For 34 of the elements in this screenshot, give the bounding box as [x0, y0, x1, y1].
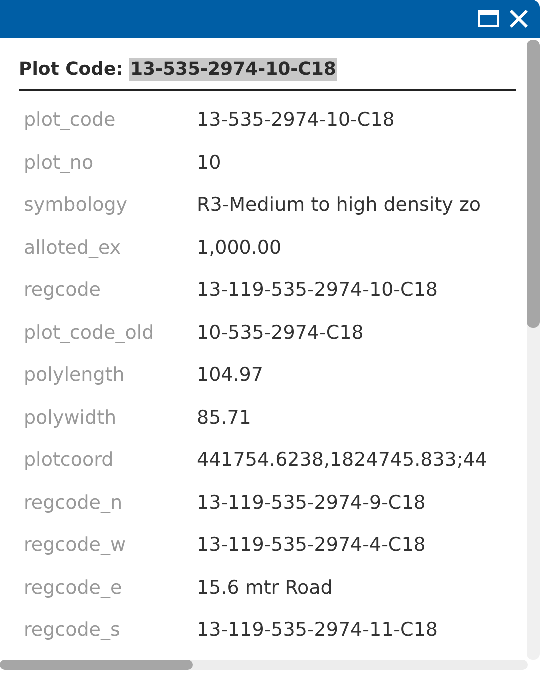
field-name: plot_code [24, 109, 117, 132]
field-name: plot_no [24, 152, 95, 174]
field-name: plot_code_old [24, 322, 156, 344]
maximize-icon[interactable] [478, 10, 500, 28]
field-name: regcode_s [24, 619, 122, 642]
field-name: alloted_ex [24, 236, 122, 259]
horizontal-scrollbar[interactable] [0, 660, 528, 670]
field-value: 85.71 [197, 406, 252, 429]
field-value: 13-119-535-2974-9-C18 [197, 492, 426, 514]
field-value: 15.6 mtr Road [197, 576, 333, 599]
field-value: 10 [197, 152, 222, 174]
title-label: Plot Code: [19, 59, 124, 80]
field-name: regcode [24, 279, 102, 302]
field-value: 13-535-2974-10-C18 [197, 109, 395, 132]
field-value: 1,000.00 [197, 236, 282, 259]
field-value: R3-Medium to high density zo [197, 194, 482, 216]
scrollbar-thumb[interactable] [0, 660, 193, 670]
field-value: 13-119-535-2974-4-C18 [197, 534, 426, 556]
selected-title-value: 13-535-2974-10-C18 [129, 58, 338, 81]
field-value: 441754.6238,1824745.833;44 [197, 449, 488, 472]
vertical-scrollbar[interactable] [527, 40, 540, 660]
scrollbar-thumb[interactable] [527, 40, 540, 328]
field-name: regcode_n [24, 492, 124, 514]
field-value: 10-535-2974-C18 [197, 322, 364, 344]
field-name: regcode_w [24, 534, 128, 556]
field-name: polylength [24, 364, 126, 386]
field-value: 13-119-535-2974-10-C18 [197, 279, 438, 302]
field-name: symbology [24, 194, 129, 216]
field-name: regcode_e [24, 576, 124, 599]
field-value: 104.97 [197, 364, 264, 386]
field-value: 13-119-535-2974-11-C18 [197, 619, 438, 642]
close-icon[interactable] [509, 9, 529, 29]
field-name: plotcoord [24, 449, 115, 472]
field-name: polywidth [24, 406, 118, 429]
